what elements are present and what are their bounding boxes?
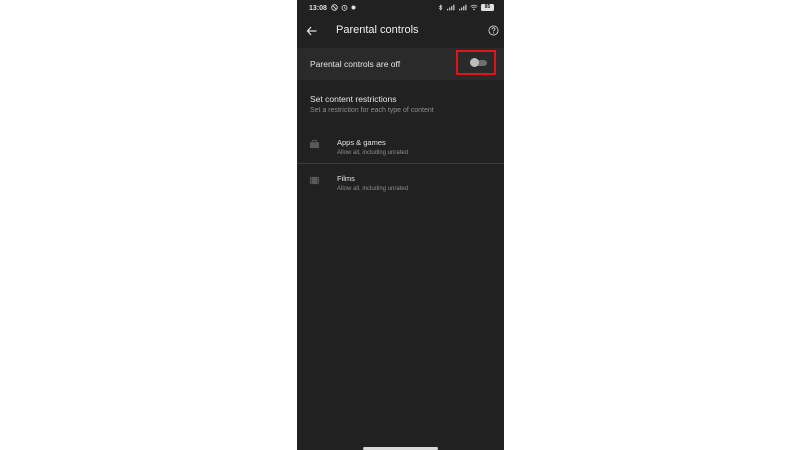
status-left-icons (331, 4, 356, 11)
app-bar: Parental controls (297, 18, 504, 44)
battery-level: 85 (484, 4, 491, 10)
list-item-title: Apps & games (337, 138, 386, 147)
list-item-subtitle: Allow all, including unrated (337, 150, 409, 156)
notification-dot-icon (351, 5, 356, 10)
bluetooth-icon (438, 4, 443, 11)
list-item-films[interactable]: Films Allow all, including unrated (297, 167, 504, 202)
wifi-icon (470, 4, 478, 11)
apps-games-icon (309, 139, 320, 149)
no-disturb-icon (331, 4, 338, 11)
parental-controls-status-label: Parental controls are off (310, 59, 401, 69)
alarm-icon (341, 4, 348, 11)
content-restrictions-header: Set content restrictions Set a restricti… (310, 94, 495, 114)
list-item-apps-games[interactable]: Apps & games Allow all, including unrate… (297, 131, 504, 166)
phone-screen: 13:08 85 Parental controls Parental cont… (297, 0, 504, 450)
mobile-signal-2-icon (459, 4, 467, 11)
film-icon (309, 176, 320, 185)
status-right-icons: 85 (438, 4, 494, 11)
help-circle-icon[interactable] (488, 25, 499, 36)
section-subtitle: Set a restriction for each type of conte… (310, 107, 434, 114)
parental-controls-toggle-row[interactable]: Parental controls are off (297, 48, 504, 80)
switch-thumb (470, 58, 479, 67)
list-item-title: Films (337, 174, 355, 183)
battery-icon: 85 (481, 4, 494, 11)
section-title: Set content restrictions (310, 94, 397, 104)
status-time: 13:08 (309, 5, 327, 12)
status-bar: 13:08 85 (297, 0, 504, 18)
mobile-signal-icon (447, 4, 455, 11)
parental-controls-switch[interactable] (470, 58, 487, 67)
list-divider (297, 163, 504, 164)
arrow-left-icon[interactable] (306, 25, 318, 37)
list-item-subtitle: Allow all, including unrated (337, 186, 409, 192)
page-title: Parental controls (336, 24, 419, 36)
